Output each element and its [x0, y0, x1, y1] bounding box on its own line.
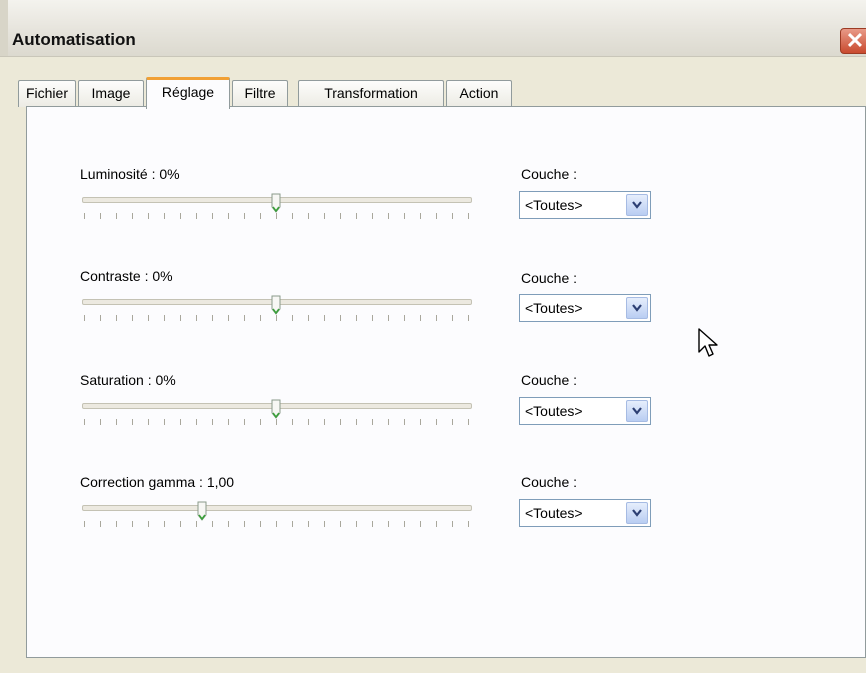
mouse-pointer-icon: [698, 328, 720, 363]
couche-label: Couche :: [521, 474, 578, 490]
tab-fichier[interactable]: Fichier: [18, 80, 76, 107]
slider-ticks: [84, 521, 470, 527]
couche-select-value: <Toutes>: [525, 197, 583, 213]
contraste-label: Contraste : 0%: [80, 268, 173, 284]
couche-label: Couche :: [521, 166, 578, 182]
slider-ticks: [84, 315, 470, 321]
slider-thumb[interactable]: [271, 399, 281, 419]
contraste-slider[interactable]: [82, 295, 472, 325]
couche-select[interactable]: <Toutes>: [519, 397, 651, 425]
tab-transformation[interactable]: Transformation: [298, 80, 444, 107]
dropdown-button[interactable]: [626, 194, 648, 216]
tab-label: Fichier: [25, 85, 68, 101]
correction-gamma-slider[interactable]: [82, 501, 472, 531]
tab-label: Réglage: [161, 84, 215, 100]
dropdown-button[interactable]: [626, 502, 648, 524]
saturation-label: Saturation : 0%: [80, 372, 176, 388]
luminosite-slider[interactable]: [82, 193, 472, 223]
couche-select-value: <Toutes>: [525, 300, 583, 316]
tab-action[interactable]: Action: [446, 80, 512, 107]
window-title: Automatisation: [12, 30, 136, 49]
tab-reglage[interactable]: Réglage: [146, 77, 230, 109]
tab-label: Filtre: [244, 85, 276, 101]
close-icon: ✕: [845, 28, 865, 53]
chevron-down-icon: [627, 407, 647, 415]
automatisation-window: Automatisation ✕ Fichier Image Réglage F…: [0, 0, 866, 673]
couche-label: Couche :: [521, 270, 578, 286]
chevron-down-icon: [627, 201, 647, 209]
chevron-down-icon: [627, 304, 647, 312]
correction-gamma-label: Correction gamma : 1,00: [80, 474, 235, 490]
tab-filtre[interactable]: Filtre: [232, 80, 288, 107]
saturation-slider[interactable]: [82, 399, 472, 429]
couche-label: Couche :: [521, 372, 578, 388]
tab-label: Transformation: [324, 85, 418, 101]
close-button[interactable]: ✕: [840, 28, 866, 54]
slider-ticks: [84, 213, 470, 219]
tab-label: Action: [459, 85, 499, 101]
slider-thumb[interactable]: [197, 501, 207, 521]
chevron-down-icon: [627, 509, 647, 517]
slider-track: [82, 505, 472, 511]
dropdown-button[interactable]: [626, 297, 648, 319]
slider-thumb[interactable]: [271, 295, 281, 315]
slider-ticks: [84, 419, 470, 425]
couche-select[interactable]: <Toutes>: [519, 191, 651, 219]
couche-select[interactable]: <Toutes>: [519, 294, 651, 322]
tab-label: Image: [91, 85, 131, 101]
slider-thumb[interactable]: [271, 193, 281, 213]
dropdown-button[interactable]: [626, 400, 648, 422]
luminosite-label: Luminosité : 0%: [80, 166, 180, 182]
title-bar-edge: [0, 0, 8, 56]
title-bar: Automatisation ✕: [0, 0, 866, 57]
tab-image[interactable]: Image: [78, 80, 144, 107]
couche-select[interactable]: <Toutes>: [519, 499, 651, 527]
couche-select-value: <Toutes>: [525, 505, 583, 521]
couche-select-value: <Toutes>: [525, 403, 583, 419]
